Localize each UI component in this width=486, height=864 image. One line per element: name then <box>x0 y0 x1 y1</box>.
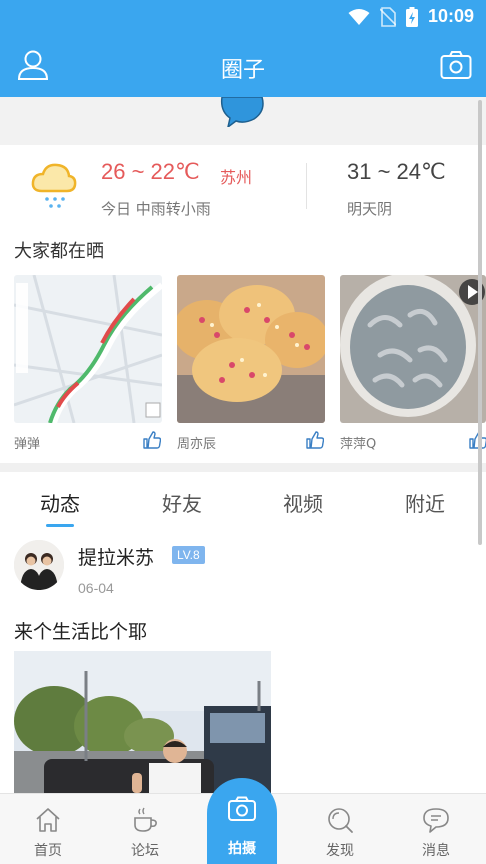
nav-label: 首页 <box>34 843 62 859</box>
nav-forum[interactable]: 论坛 <box>100 794 190 864</box>
tomorrow-weather-desc: 明天阴 <box>347 200 393 218</box>
showcase-user[interactable]: 弹弹 <box>14 433 40 452</box>
weather-card[interactable]: 26 ~ 22℃ 苏州 今日 中雨转小雨 31 ~ 24℃ 明天阴 <box>0 145 486 225</box>
camera-icon <box>228 796 256 821</box>
thumbs-up-icon[interactable] <box>143 431 161 449</box>
cloud-rain-icon <box>31 163 77 208</box>
nav-messages[interactable]: 消息 <box>391 794 481 864</box>
showcase-video-shrimp[interactable] <box>340 275 486 423</box>
nav-label: 发现 <box>326 843 354 859</box>
nav-discover[interactable]: 发现 <box>295 794 385 864</box>
tab-friends[interactable]: 好友 <box>137 488 227 517</box>
scrollbar[interactable] <box>478 100 482 545</box>
section-divider <box>0 463 486 472</box>
weather-divider <box>306 163 307 209</box>
showcase-photo-bread[interactable] <box>177 275 325 423</box>
weather-city: 苏州 <box>220 168 253 187</box>
coffee-cup-icon <box>134 807 157 832</box>
showcase-photo-map[interactable] <box>14 275 162 423</box>
chat-bubble-icon <box>220 97 264 127</box>
feed-tabs: 动态 好友 视频 附近 <box>0 472 486 528</box>
showcase-user[interactable]: 周亦辰 <box>177 433 216 452</box>
camera-icon[interactable] <box>440 50 472 80</box>
tomorrow-temperature: 31 ~ 24℃ <box>347 159 446 184</box>
no-sim-icon <box>379 6 396 27</box>
avatar[interactable] <box>14 540 64 590</box>
post-date: 06-04 <box>78 580 114 596</box>
wifi-icon <box>348 8 370 25</box>
message-icon <box>423 808 449 833</box>
nav-label: 消息 <box>422 843 450 859</box>
status-bar: 10:09 <box>0 0 486 34</box>
active-tab-indicator <box>46 524 74 527</box>
nav-label: 拍摄 <box>228 841 256 857</box>
level-badge: LV.8 <box>172 546 205 564</box>
post-text[interactable]: 来个生活比个耶 <box>14 617 147 644</box>
discover-icon <box>328 808 353 833</box>
page-title: 圈子 <box>220 58 265 83</box>
home-icon <box>36 808 60 832</box>
battery-charging-icon <box>405 6 418 27</box>
tab-video[interactable]: 视频 <box>258 488 348 517</box>
today-weather-desc: 今日 中雨转小雨 <box>101 200 211 218</box>
app-header: 圈子 <box>0 34 486 97</box>
tab-nearby[interactable]: 附近 <box>380 488 470 517</box>
nav-shoot-button[interactable]: 拍摄 <box>207 778 277 864</box>
status-time: 10:09 <box>427 6 474 26</box>
nav-home[interactable]: 首页 <box>3 794 93 864</box>
today-temperature: 26 ~ 22℃ <box>101 159 200 184</box>
tab-feed[interactable]: 动态 <box>15 488 105 517</box>
post-username[interactable]: 提拉米苏 <box>78 543 154 570</box>
showcase-title: 大家都在晒 <box>14 241 104 262</box>
thumbs-up-icon[interactable] <box>306 431 324 449</box>
showcase-user[interactable]: 萍萍Q <box>340 433 376 452</box>
nav-label: 论坛 <box>131 843 159 859</box>
